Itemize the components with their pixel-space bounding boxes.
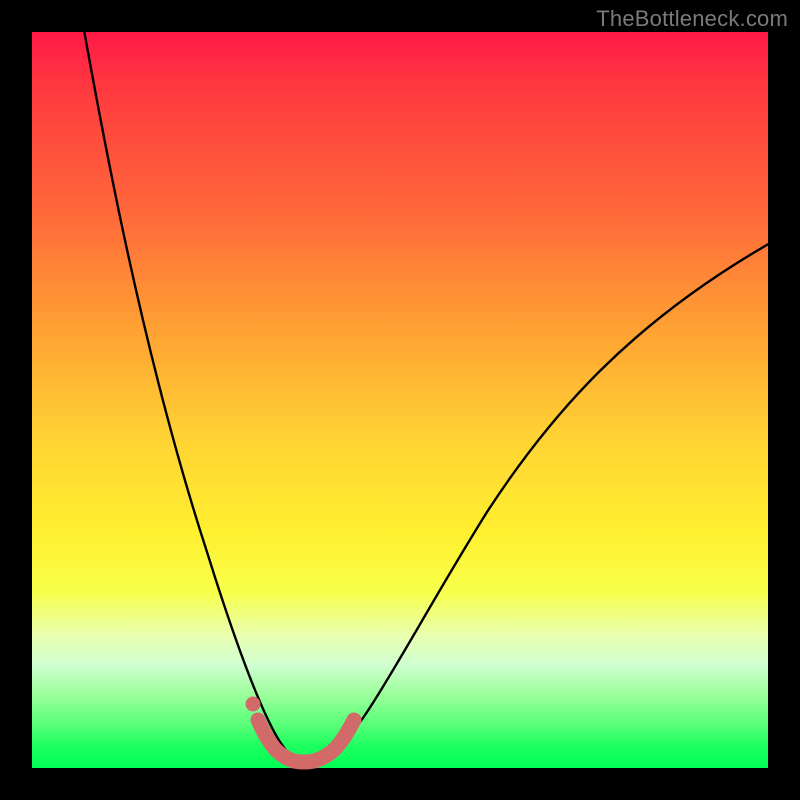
chart-svg — [32, 32, 768, 768]
bottleneck-curve — [79, 2, 772, 762]
plot-area — [32, 32, 768, 768]
highlight-dot — [246, 697, 261, 712]
chart-frame: TheBottleneck.com — [0, 0, 800, 800]
watermark-text: TheBottleneck.com — [596, 6, 788, 32]
